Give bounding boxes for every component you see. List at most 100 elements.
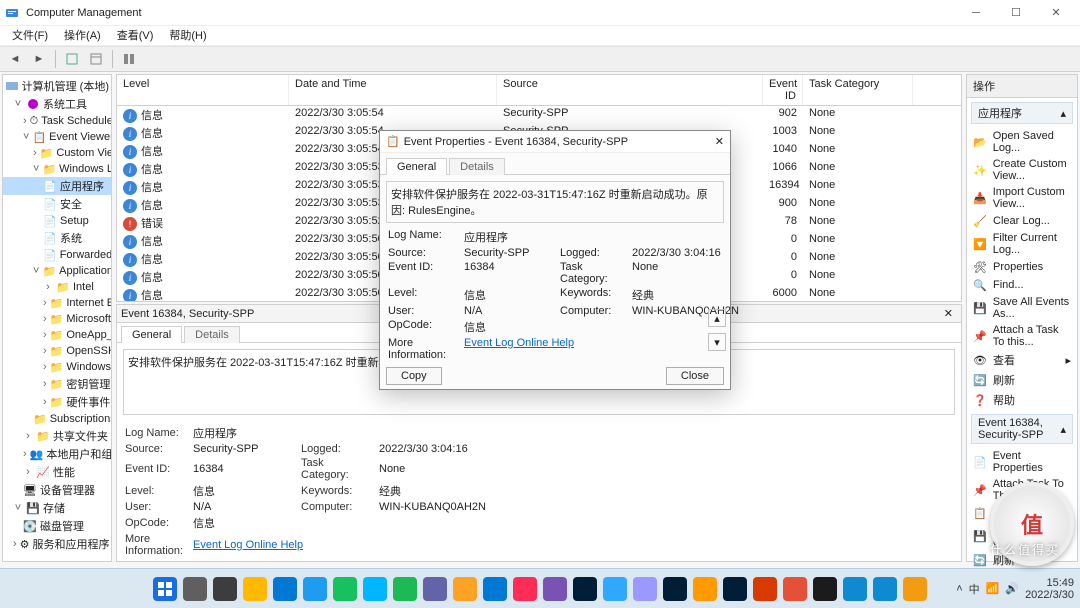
taskbar-app-icon[interactable] <box>183 577 207 601</box>
tray-ime-icon[interactable]: 中 <box>969 581 980 597</box>
tree-customviews[interactable]: ›📁Custom Views <box>3 145 111 161</box>
col-eventid[interactable]: Event ID <box>763 75 803 105</box>
dialog-tab-general[interactable]: General <box>386 158 447 175</box>
action-item[interactable]: 👁查看▸ <box>967 350 1077 370</box>
col-date[interactable]: Date and Time <box>289 75 497 105</box>
taskbar-app-icon[interactable] <box>453 577 477 601</box>
action-item[interactable]: ✨Create Custom View... <box>967 156 1077 184</box>
tree-item[interactable]: ›📁Internet Explor <box>3 295 111 311</box>
taskbar-app-icon[interactable] <box>873 577 897 601</box>
tree-subs[interactable]: 📁Subscriptions <box>3 411 111 427</box>
menu-view[interactable]: 查看(V) <box>109 26 162 46</box>
taskbar-app-icon[interactable] <box>573 577 597 601</box>
tree-applogs[interactable]: ˅📁Applications and S <box>3 263 111 279</box>
tray-chevron-icon[interactable]: ˄ <box>956 583 962 595</box>
column-headers[interactable]: Level Date and Time Source Event ID Task… <box>117 75 961 106</box>
taskbar-app-icon[interactable] <box>393 577 417 601</box>
menu-file[interactable]: 文件(F) <box>4 26 56 46</box>
action-item[interactable]: 🛠Properties <box>967 258 1077 276</box>
dialog-close-icon[interactable]: ✕ <box>715 135 724 148</box>
tree-diskmgr[interactable]: 💽磁盘管理 <box>3 517 111 535</box>
action-item[interactable]: 🔽Filter Current Log... <box>967 230 1077 258</box>
copy-button[interactable]: Copy <box>386 367 442 385</box>
taskbar-app-icon[interactable] <box>333 577 357 601</box>
taskbar-app-icon[interactable] <box>483 577 507 601</box>
taskbar-app-icon[interactable] <box>543 577 567 601</box>
action-item[interactable]: ❓帮助 <box>967 390 1077 410</box>
tree-item[interactable]: ›📁OpenSSH <box>3 343 111 359</box>
tree-item[interactable]: ›📁硬件事件 <box>3 393 111 411</box>
taskbar-app-icon[interactable] <box>423 577 447 601</box>
tray-date[interactable]: 2022/3/30 <box>1025 589 1074 601</box>
link-more-info[interactable]: Event Log Online Help <box>193 539 509 551</box>
tree-root[interactable]: 计算机管理 (本地) <box>3 77 111 95</box>
tray-time[interactable]: 15:49 <box>1046 577 1074 589</box>
tree-item[interactable]: ›📁Intel <box>3 279 111 295</box>
taskbar-app-icon[interactable] <box>693 577 717 601</box>
taskbar-app-icon[interactable] <box>273 577 297 601</box>
tab-general[interactable]: General <box>121 326 182 343</box>
tree-perf[interactable]: ›📈性能 <box>3 463 111 481</box>
tree-fwd-log[interactable]: 📄Forwarded Eve <box>3 247 111 263</box>
window-close[interactable]: ✕ <box>1036 2 1076 24</box>
col-source[interactable]: Source <box>497 75 763 105</box>
action-item[interactable]: 🔄刷新 <box>967 370 1077 390</box>
taskbar-app-icon[interactable] <box>153 577 177 601</box>
action-item[interactable]: 💾Save All Events As... <box>967 294 1077 322</box>
taskbar-app-icon[interactable] <box>633 577 657 601</box>
taskbar-app-icon[interactable] <box>513 577 537 601</box>
taskbar-app-icon[interactable] <box>753 577 777 601</box>
taskbar-app-icon[interactable] <box>363 577 387 601</box>
taskbar-app-icon[interactable] <box>723 577 747 601</box>
close-button[interactable]: Close <box>666 367 724 385</box>
tree-tasksched[interactable]: ›⏱Task Scheduler <box>3 113 111 129</box>
menu-action[interactable]: 操作(A) <box>56 26 109 46</box>
nav-fwd-icon[interactable]: ► <box>28 48 50 70</box>
action-item[interactable]: 📂Open Saved Log... <box>967 128 1077 156</box>
dialog-link-more[interactable]: Event Log Online Help <box>464 337 742 361</box>
tree-sec-log[interactable]: 📄安全 <box>3 195 111 213</box>
dialog-tab-details[interactable]: Details <box>449 158 505 175</box>
tree-setup-log[interactable]: 📄Setup <box>3 213 111 229</box>
taskbar-app-icon[interactable] <box>903 577 927 601</box>
taskbar-app-icon[interactable] <box>243 577 267 601</box>
tree-shared[interactable]: ›📁共享文件夹 <box>3 427 111 445</box>
col-level[interactable]: Level <box>117 75 289 105</box>
nav-tree[interactable]: 计算机管理 (本地) ˅系统工具 ›⏱Task Scheduler ˅📋Even… <box>2 74 112 562</box>
col-task[interactable]: Task Category <box>803 75 913 105</box>
taskbar-app-icon[interactable] <box>213 577 237 601</box>
taskbar[interactable]: ˄ 中 📶 🔊 15:49 2022/3/30 <box>0 568 1080 608</box>
action-item[interactable]: 📄Event Properties <box>967 448 1077 476</box>
tray-volume-icon[interactable]: 🔊 <box>1005 582 1019 595</box>
tree-storage[interactable]: ˅💾存储 <box>3 499 111 517</box>
tree-app-log[interactable]: 📄应用程序 <box>3 177 111 195</box>
tree-item[interactable]: ›📁Microsoft <box>3 311 111 327</box>
action-item[interactable]: 🔍Find... <box>967 276 1077 294</box>
taskbar-app-icon[interactable] <box>663 577 687 601</box>
tree-eventviewer[interactable]: ˅📋Event Viewer <box>3 129 111 145</box>
system-tray[interactable]: ˄ 中 📶 🔊 15:49 2022/3/30 <box>956 577 1074 601</box>
toolbar-btn[interactable] <box>118 48 140 70</box>
taskbar-app-icon[interactable] <box>843 577 867 601</box>
toolbar-btn[interactable] <box>61 48 83 70</box>
arrow-up-icon[interactable]: ▴ <box>708 309 726 327</box>
tree-svcs[interactable]: ›⚙服务和应用程序 <box>3 535 111 553</box>
tree-devmgr[interactable]: 🖥设备管理器 <box>3 481 111 499</box>
tree-item[interactable]: ›📁OneApp_IGCC <box>3 327 111 343</box>
action-item[interactable]: 🧹Clear Log... <box>967 212 1077 230</box>
arrow-down-icon[interactable]: ▾ <box>708 333 726 351</box>
menu-help[interactable]: 帮助(H) <box>161 26 214 46</box>
tree-item[interactable]: ›📁Windows Power <box>3 359 111 375</box>
tab-details[interactable]: Details <box>184 326 240 343</box>
window-minimize[interactable]: ─ <box>956 2 996 24</box>
taskbar-app-icon[interactable] <box>783 577 807 601</box>
event-row[interactable]: i信息2022/3/30 3:05:54Security-SPP902None <box>117 106 961 124</box>
close-icon[interactable]: ✕ <box>940 307 957 320</box>
tree-sys-log[interactable]: 📄系统 <box>3 229 111 247</box>
toolbar-btn[interactable] <box>85 48 107 70</box>
tree-users[interactable]: ›👥本地用户和组 <box>3 445 111 463</box>
tree-winlogs[interactable]: ˅📁Windows Logs <box>3 161 111 177</box>
action-item[interactable]: 📥Import Custom View... <box>967 184 1077 212</box>
nav-back-icon[interactable]: ◄ <box>4 48 26 70</box>
tray-wifi-icon[interactable]: 📶 <box>986 582 1000 595</box>
